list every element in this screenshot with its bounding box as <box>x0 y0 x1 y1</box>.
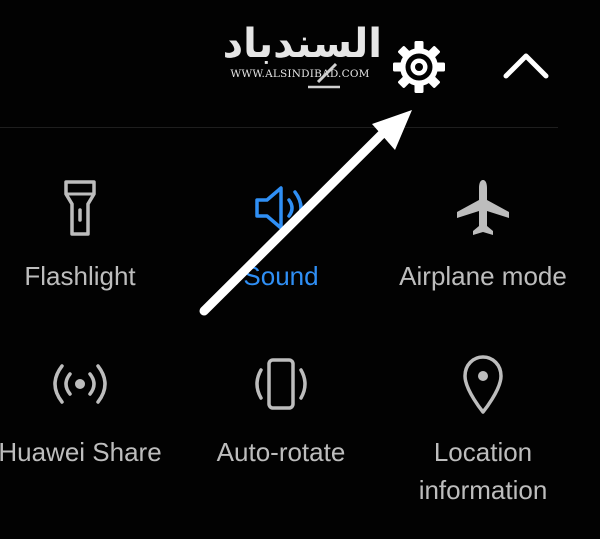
tile-sound[interactable]: Sound <box>181 176 381 306</box>
wireless-share-icon <box>53 364 107 404</box>
watermark-url-text: WWW.ALSINDIBAD.COM <box>230 68 370 80</box>
tile-label: Location <box>433 437 533 467</box>
tile-label-line2: information <box>418 475 548 505</box>
tile-location-information[interactable]: Location information <box>383 352 583 512</box>
flashlight-icon <box>64 180 96 236</box>
tile-label: Huawei Share <box>0 437 162 467</box>
speaker-icon <box>255 186 303 230</box>
tile-flashlight[interactable]: Flashlight <box>0 176 180 306</box>
tile-label: Sound <box>243 261 319 291</box>
auto-rotate-icon <box>255 358 307 410</box>
chevron-up-icon[interactable] <box>500 44 552 88</box>
tile-label: Airplane mode <box>399 261 567 291</box>
location-pin-icon <box>463 355 503 414</box>
tile-label: Flashlight <box>24 261 136 291</box>
tile-airplane-mode[interactable]: Airplane mode <box>383 176 583 306</box>
quick-settings-header: السندباد WWW.ALSINDIBAD.COM <box>0 0 600 128</box>
gear-icon[interactable] <box>390 38 448 96</box>
tile-auto-rotate[interactable]: Auto-rotate <box>181 352 381 472</box>
quick-settings-panel: السندباد WWW.ALSINDIBAD.COM Flashlight S… <box>0 0 600 539</box>
edit-icon[interactable] <box>306 58 342 90</box>
tile-label: Auto-rotate <box>216 437 346 467</box>
header-divider <box>0 127 558 128</box>
airplane-icon <box>457 180 509 235</box>
tile-huawei-share[interactable]: Huawei Share <box>0 352 180 472</box>
watermark: السندباد WWW.ALSINDIBAD.COM <box>212 18 392 90</box>
